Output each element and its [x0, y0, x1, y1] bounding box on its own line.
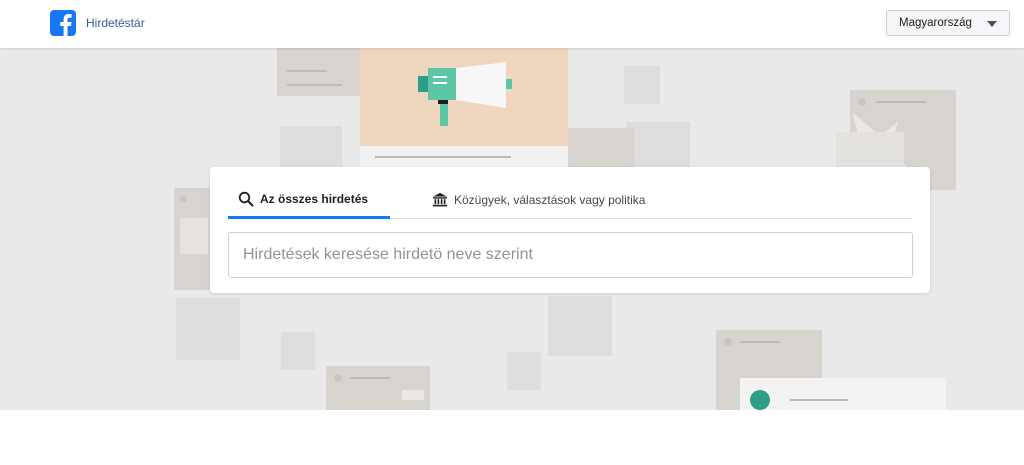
decorative-card	[566, 128, 634, 168]
government-building-icon	[432, 192, 448, 208]
caret-down-icon	[987, 21, 997, 27]
decorative-tile	[507, 352, 541, 390]
tab-all-ads-label: Az összes hirdetés	[260, 191, 369, 206]
decorative-card	[740, 378, 946, 410]
search-tabs: Az összes hirdetés Közügyek, választások…	[228, 181, 913, 219]
decorative-card	[277, 48, 361, 96]
tab-issues-label: Közügyek, választások vagy politika	[454, 193, 646, 207]
ad-library-link[interactable]: Hirdetéstár	[86, 16, 145, 30]
country-select-value: Magyarország	[899, 17, 972, 29]
advertiser-search-input[interactable]	[228, 232, 913, 278]
decorative-card	[326, 366, 430, 410]
search-panel: Az összes hirdetés Közügyek, választások…	[210, 167, 930, 293]
decorative-tile	[626, 122, 690, 168]
country-select[interactable]: Magyarország	[886, 10, 1010, 36]
tab-all-ads[interactable]: Az összes hirdetés	[228, 181, 390, 219]
top-bar: Hirdetéstár Magyarország	[0, 0, 1024, 48]
facebook-logo-icon[interactable]	[50, 10, 76, 36]
decorative-tile	[281, 332, 315, 370]
search-icon	[238, 191, 254, 207]
megaphone-icon	[418, 62, 512, 126]
tab-issues-elections-politics[interactable]: Közügyek, választások vagy politika	[432, 181, 682, 219]
decorative-card	[174, 188, 212, 290]
megaphone-illustration-card	[360, 48, 568, 168]
decorative-tile	[176, 298, 240, 360]
decorative-tile	[624, 66, 660, 104]
decorative-tile	[548, 296, 612, 356]
